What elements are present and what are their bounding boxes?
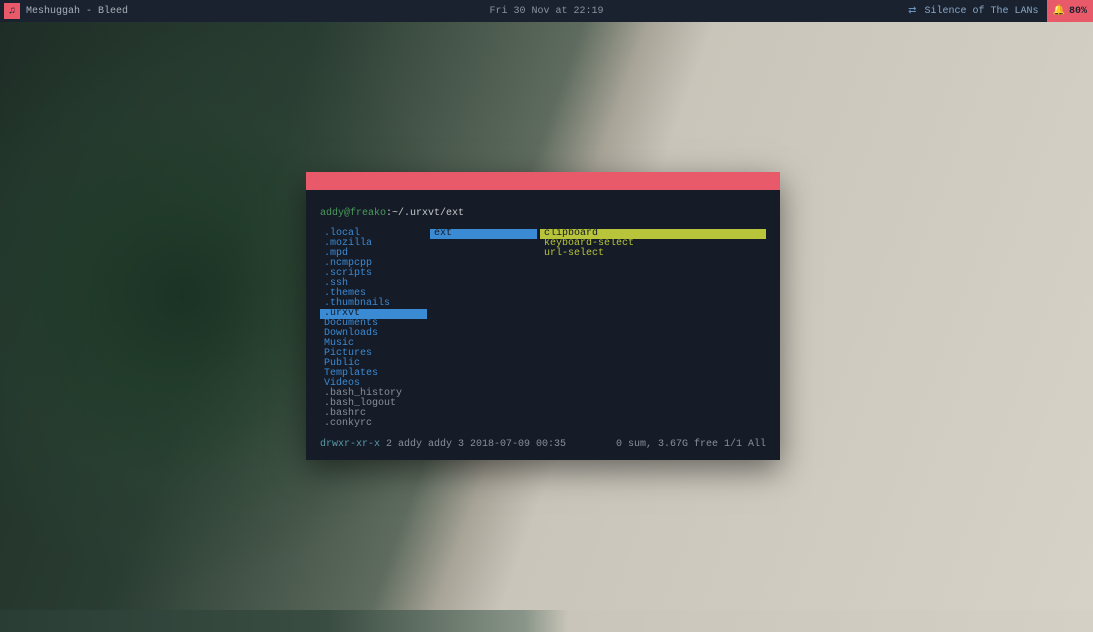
topbar-left: ♫ Meshuggah - Bleed [4, 3, 128, 19]
bell-icon: 🔔 [1053, 5, 1065, 17]
terminal-titlebar[interactable] [306, 172, 780, 190]
topbar-right: ⇄ Silence of The LANs 🔔 80% [908, 0, 1089, 22]
column-current: ext [430, 229, 537, 429]
list-item[interactable]: url-select [540, 249, 766, 259]
network-icon[interactable]: ⇄ [908, 5, 916, 17]
list-item[interactable]: .conkyrc [320, 419, 427, 429]
clock: Fri 30 Nov at 22:19 [489, 6, 603, 17]
top-bar: ♫ Meshuggah - Bleed Fri 30 Nov at 22:19 … [0, 0, 1093, 22]
now-playing[interactable]: Meshuggah - Bleed [26, 6, 128, 17]
notifications-section[interactable]: 🔔 80% [1047, 0, 1093, 22]
terminal-body: addy@freako:~/.urxvt/ext .local.mozilla.… [306, 190, 780, 460]
battery-percent: 80% [1069, 6, 1087, 17]
terminal-statusbar: drwxr-xr-x 2 addy addy 3 2018-07-09 00:3… [320, 439, 766, 450]
prompt-path: ~/.urxvt/ext [392, 208, 464, 219]
status-summary: 0 sum, 3.67G free 1/1 All [616, 439, 766, 450]
status-details-text: 2 addy addy 3 2018-07-09 00:35 [386, 439, 566, 450]
status-permissions: drwxr-xr-x [320, 439, 380, 450]
prompt-user: addy@freako [320, 208, 386, 219]
list-item[interactable]: ext [430, 229, 537, 239]
file-browser-columns: .local.mozilla.mpd.ncmpcpp.scripts.ssh.t… [320, 229, 766, 429]
terminal-window[interactable]: addy@freako:~/.urxvt/ext .local.mozilla.… [306, 172, 780, 460]
music-icon[interactable]: ♫ [4, 3, 20, 19]
column-parent: .local.mozilla.mpd.ncmpcpp.scripts.ssh.t… [320, 229, 427, 429]
network-name[interactable]: Silence of The LANs [925, 6, 1039, 17]
column-preview: clipboardkeyboard-selecturl-select [540, 229, 766, 429]
terminal-prompt: addy@freako:~/.urxvt/ext [320, 208, 766, 219]
